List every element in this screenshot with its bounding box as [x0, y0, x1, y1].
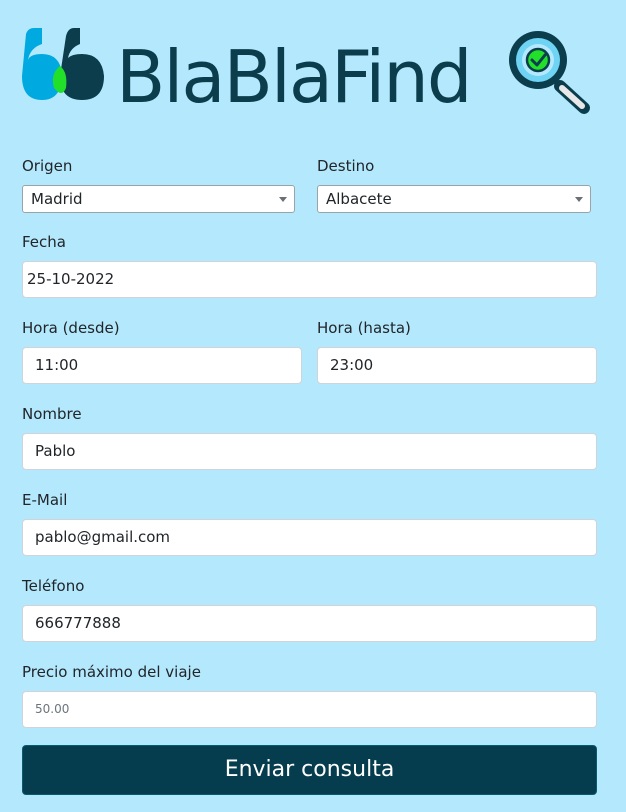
blablacar-quote-logo-icon [22, 28, 104, 100]
time-from-value: 11:00 [35, 356, 79, 374]
phone-value: 666777888 [35, 614, 121, 632]
max-price-value: 50.00 [35, 702, 70, 716]
name-input[interactable]: Pablo [22, 433, 597, 470]
time-to-input[interactable]: 23:00 [317, 347, 597, 384]
destination-selected-value: Albacete [326, 190, 392, 208]
origin-selected-value: Madrid [31, 190, 83, 208]
name-value: Pablo [35, 442, 76, 460]
email-label: E-Mail [22, 491, 68, 509]
max-price-input[interactable]: 50.00 [22, 691, 597, 728]
magnifier-check-icon [509, 31, 590, 114]
time-from-input[interactable]: 11:00 [22, 347, 302, 384]
email-value: pablo@gmail.com [35, 528, 171, 546]
date-value: 25-10-2022 [27, 270, 115, 288]
max-price-label: Precio máximo del viaje [22, 663, 201, 681]
phone-input[interactable]: 666777888 [22, 605, 597, 642]
email-input[interactable]: pablo@gmail.com [22, 519, 597, 556]
brand-name: BlaBlaFind [116, 35, 473, 119]
time-to-label: Hora (hasta) [317, 319, 411, 337]
date-input[interactable]: 25-10-2022 [22, 261, 597, 298]
name-label: Nombre [22, 405, 82, 423]
time-from-label: Hora (desde) [22, 319, 120, 337]
header: BlaBlaFind [0, 0, 626, 140]
chevron-down-icon [279, 197, 287, 202]
origin-label: Origen [22, 157, 73, 175]
submit-button[interactable]: Enviar consulta [22, 745, 597, 795]
origin-select[interactable]: Madrid [22, 185, 295, 213]
time-to-value: 23:00 [330, 356, 374, 374]
date-label: Fecha [22, 233, 66, 251]
destination-label: Destino [317, 157, 375, 175]
phone-label: Teléfono [22, 577, 85, 595]
destination-select[interactable]: Albacete [317, 185, 591, 213]
submit-button-label: Enviar consulta [224, 757, 395, 782]
chevron-down-icon [575, 197, 583, 202]
